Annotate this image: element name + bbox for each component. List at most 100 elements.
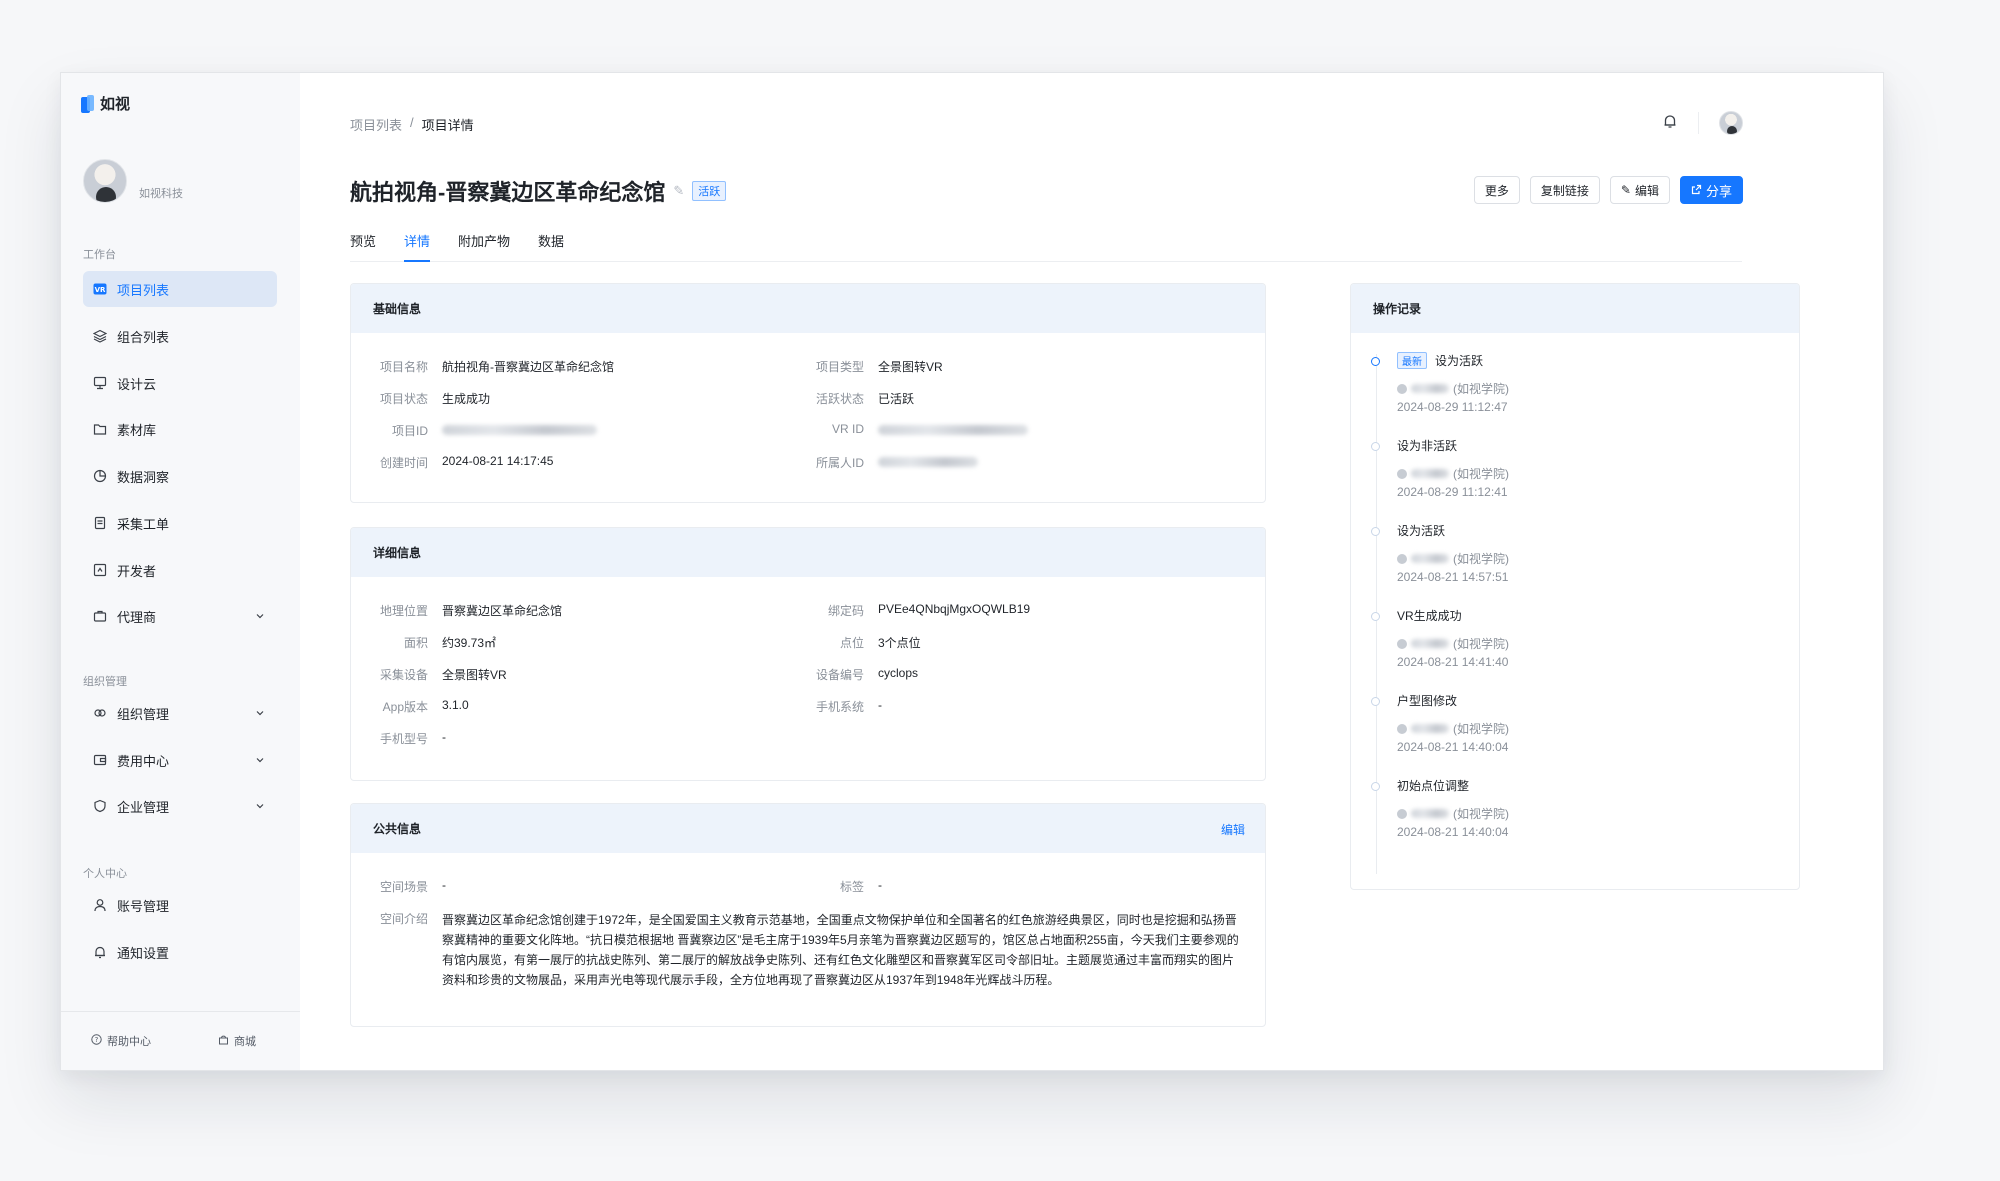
bell-icon[interactable]: [1662, 113, 1678, 134]
timeline-user: (如视学院): [1397, 550, 1509, 567]
field-value: 已活跃: [878, 392, 915, 406]
sidebar-item-notification[interactable]: 通知设置: [83, 934, 277, 970]
timeline-action: VR生成成功: [1397, 609, 1462, 623]
app-logo[interactable]: 如视: [81, 93, 130, 114]
sidebar-item-label: 企业管理: [117, 799, 170, 815]
sidebar-item-org-management[interactable]: 组织管理: [83, 695, 277, 731]
field-label: 项目状态: [379, 392, 428, 406]
share-button[interactable]: 分享: [1679, 176, 1743, 204]
field-value: 全景图转VR: [442, 668, 507, 682]
field-label: 采集设备: [379, 668, 428, 682]
field-label: 项目名称: [379, 360, 428, 374]
timeline-time: 2024-08-29 11:12:41: [1397, 485, 1508, 499]
field-phone-model: 手机型号 -: [366, 730, 446, 747]
field-label: App版本: [382, 700, 428, 714]
field-label: 绑定码: [827, 604, 864, 618]
field-project-type: 项目类型 全景图转VR: [802, 358, 943, 375]
field-created-time: 创建时间 2024-08-21 14:17:45: [366, 454, 553, 471]
sidebar-item-enterprise[interactable]: 企业管理: [83, 788, 277, 824]
help-center-link[interactable]: ? 帮助中心: [91, 1033, 151, 1049]
public-info-edit-link[interactable]: 编辑: [1221, 821, 1245, 838]
field-project-status: 项目状态 生成成功: [366, 390, 490, 407]
action-bar: 更多 复制链接 ✎ 编辑 分享: [1473, 176, 1743, 204]
avatar: [83, 159, 127, 203]
top-bar-icons: [1662, 111, 1743, 135]
timeline-title: 初始点位调整: [1397, 777, 1469, 794]
space-intro-text: 晋察冀边区革命纪念馆创建于1972年，是全国爱国主义教育示范基地，全国重点文物保…: [442, 913, 1239, 987]
sidebar-item-data-insight[interactable]: 数据洞察: [83, 458, 277, 494]
field-area: 面积 约39.73㎡: [366, 634, 496, 651]
more-button[interactable]: 更多: [1473, 176, 1520, 204]
edit-button[interactable]: ✎ 编辑: [1609, 176, 1670, 204]
timeline-action: 设为活跃: [1397, 524, 1446, 538]
chevron-down-icon: [255, 706, 265, 721]
timeline-user: (如视学院): [1397, 380, 1509, 397]
field-phone-os: 手机系统 -: [802, 698, 882, 715]
copy-link-button[interactable]: 复制链接: [1529, 176, 1600, 204]
avatar[interactable]: [1719, 111, 1743, 135]
field-active-status: 活跃状态 已活跃: [802, 390, 914, 407]
sidebar-item-account[interactable]: 账号管理: [83, 887, 277, 923]
shop-label: 商城: [234, 1036, 256, 1048]
sidebar-item-developer[interactable]: 开发者: [83, 552, 277, 588]
sidebar-item-label: 组织管理: [117, 706, 170, 722]
sidebar-item-label: 素材库: [117, 422, 157, 438]
divider: [1698, 112, 1699, 134]
timeline-org: (如视学院): [1453, 467, 1509, 481]
timeline-action: 户型图修改: [1397, 694, 1458, 708]
sidebar-item-agent[interactable]: 代理商: [83, 598, 277, 634]
chevron-down-icon: [255, 609, 265, 624]
sidebar-item-asset-library[interactable]: 素材库: [83, 411, 277, 447]
field-value: -: [442, 730, 446, 744]
timeline-dot: [1371, 782, 1380, 791]
card-title: 公共信息 编辑: [351, 804, 1265, 853]
app-window: 如视 如视科技 工作台 VR 项目列表 组合列表 设计云 素材库 数据洞察 采集…: [60, 72, 1884, 1071]
timeline-action: 设为活跃: [1435, 354, 1484, 368]
field-value: PVEe4QNbqjMgxOQWLB19: [878, 602, 1031, 616]
redacted-name: [1411, 724, 1449, 733]
timeline-org: (如视学院): [1453, 637, 1509, 651]
external-link-icon: [1691, 183, 1702, 198]
sidebar-item-label: 项目列表: [117, 282, 170, 298]
vr-icon: VR: [93, 282, 107, 296]
shield-icon: [93, 799, 107, 813]
timeline-org: (如视学院): [1453, 552, 1509, 566]
avatar: [1397, 638, 1407, 649]
tab-details[interactable]: 详情: [404, 228, 431, 262]
sidebar-item-project-list[interactable]: VR 项目列表: [83, 271, 277, 307]
edit-title-icon[interactable]: ✎: [673, 183, 684, 199]
bell-icon: [93, 945, 107, 959]
field-label: 手机型号: [379, 732, 428, 746]
avatar: [1397, 553, 1407, 564]
timeline-action: 初始点位调整: [1397, 779, 1470, 793]
timeline-dot: [1371, 697, 1380, 706]
field-space-intro-label: 空间介绍: [366, 910, 442, 927]
user-profile[interactable]: 如视科技: [83, 159, 183, 203]
sidebar: 如视 如视科技 工作台 VR 项目列表 组合列表 设计云 素材库 数据洞察 采集…: [61, 73, 300, 1070]
field-value: 3.1.0: [442, 698, 469, 712]
detail-info-card: 详细信息 地理位置 晋察冀边区革命纪念馆 绑定码 PVEe4QNbqjMgxOQWL…: [350, 527, 1266, 781]
document-icon: [93, 516, 107, 530]
pie-chart-icon: [93, 469, 107, 483]
sidebar-item-combo-list[interactable]: 组合列表: [83, 318, 277, 354]
shop-icon: [218, 1034, 229, 1048]
shop-link[interactable]: 商城: [218, 1033, 256, 1049]
latest-badge: 最新: [1397, 352, 1427, 369]
timeline-org: (如视学院): [1453, 722, 1509, 736]
chevron-down-icon: [255, 799, 265, 814]
sidebar-item-collection-order[interactable]: 采集工单: [83, 505, 277, 541]
user-icon: [93, 898, 107, 912]
logo-icon: [81, 94, 94, 113]
sidebar-item-design-cloud[interactable]: 设计云: [83, 365, 277, 401]
card-title-text: 公共信息: [373, 822, 422, 836]
breadcrumb-parent[interactable]: 项目列表: [350, 115, 402, 134]
sidebar-item-billing[interactable]: 费用中心: [83, 742, 277, 778]
timeline-user: (如视学院): [1397, 635, 1509, 652]
field-value: 航拍视角-晋察冀边区革命纪念馆: [442, 360, 614, 374]
tab-extras[interactable]: 附加产物: [458, 228, 510, 261]
timeline-time: 2024-08-21 14:40:04: [1397, 825, 1509, 839]
field-label: 标签: [839, 880, 864, 894]
tab-data[interactable]: 数据: [538, 228, 564, 261]
sidebar-item-label: 账号管理: [117, 898, 170, 914]
tab-preview[interactable]: 预览: [350, 228, 376, 261]
